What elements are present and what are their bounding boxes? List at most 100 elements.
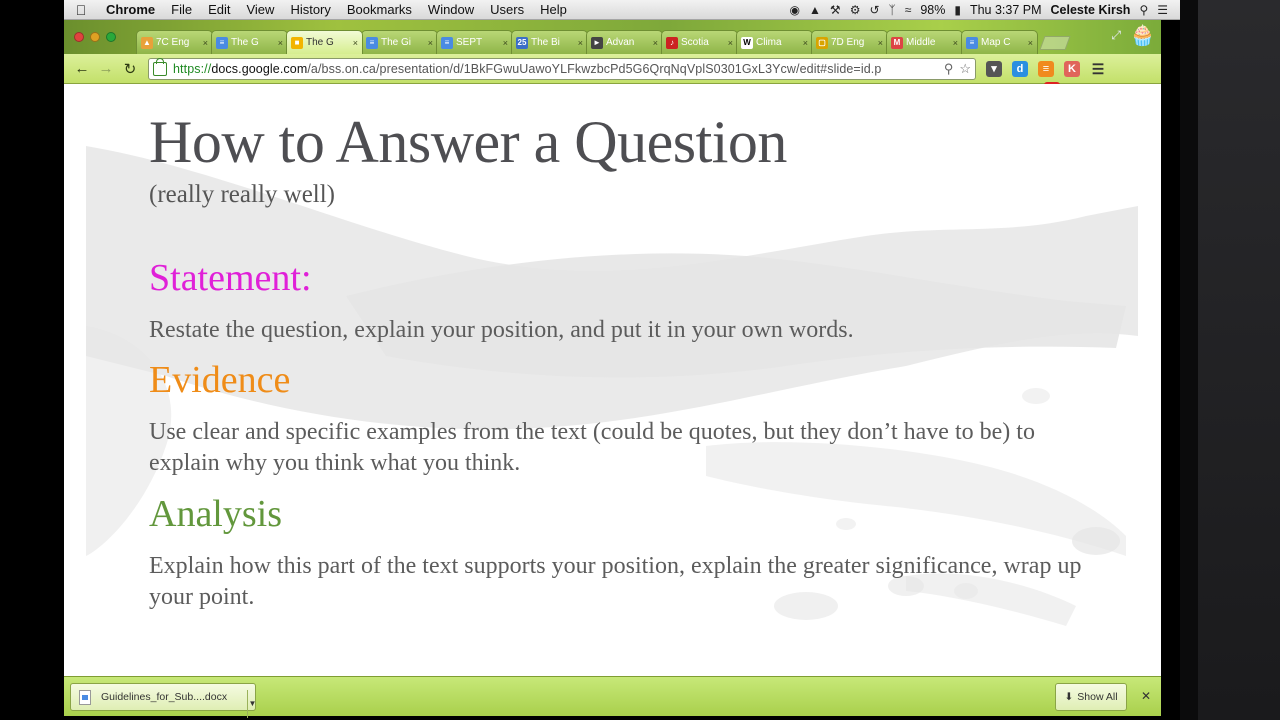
lock-icon[interactable]: [153, 57, 167, 76]
browser-tab[interactable]: ► Advan ×: [586, 30, 663, 54]
url-text[interactable]: https://docs.google.com/a/bss.on.ca/pres…: [173, 62, 944, 76]
tab-close-icon[interactable]: ×: [878, 38, 883, 48]
k-extension-icon[interactable]: K: [1064, 60, 1080, 77]
tab-favicon-icon: 25: [516, 36, 528, 49]
tab-favicon-icon: ■: [291, 36, 303, 49]
tab-close-icon[interactable]: ×: [578, 38, 583, 48]
download-shelf: Guidelines_for_Sub....docx ▼ ⬇ Show All …: [64, 676, 1161, 718]
browser-tab[interactable]: ▢ 7D Eng ×: [811, 30, 888, 54]
record-icon[interactable]: ◉: [790, 3, 800, 17]
window-controls: [74, 32, 116, 42]
tab-favicon-icon: ≡: [966, 36, 978, 49]
docs-extension-icon[interactable]: d: [1012, 60, 1028, 77]
browser-tab[interactable]: ≡ SEPT ×: [436, 30, 513, 54]
analysis-heading: Analysis: [149, 493, 282, 535]
close-window-button[interactable]: [74, 32, 84, 42]
menu-file[interactable]: File: [163, 2, 200, 17]
show-all-downloads-button[interactable]: ⬇ Show All: [1055, 683, 1127, 711]
browser-tab[interactable]: W Clima ×: [736, 30, 813, 54]
tab-label: The Bi: [531, 37, 560, 48]
gear-icon[interactable]: ⚙: [850, 3, 861, 17]
back-button[interactable]: ←: [70, 60, 94, 77]
browser-tab[interactable]: ≡ The Gi ×: [361, 30, 438, 54]
browser-tab[interactable]: ≡ Map C ×: [961, 30, 1038, 54]
apple-menu-icon[interactable]: : [64, 2, 98, 18]
tab-favicon-icon: ▲: [141, 36, 153, 49]
new-tab-button[interactable]: [1039, 36, 1071, 50]
tab-list: ▲ 7C Eng × ≡ The G × ■ The G × ≡ The Gi × ≡ SEPT × 25 Th…: [136, 30, 1071, 54]
tab-label: Clima: [756, 37, 782, 48]
browser-tab[interactable]: ■ The G ×: [286, 30, 363, 54]
tab-favicon-icon: ≡: [216, 36, 228, 49]
reload-button[interactable]: ↻: [118, 60, 142, 78]
tab-label: The G: [231, 37, 259, 48]
tab-close-icon[interactable]: ×: [203, 38, 208, 48]
browser-tab[interactable]: ▲ 7C Eng ×: [136, 30, 213, 54]
forward-button[interactable]: →: [94, 60, 118, 77]
tab-close-icon[interactable]: ×: [803, 38, 808, 48]
tab-close-icon[interactable]: ×: [503, 38, 508, 48]
browser-tab[interactable]: ≡ The G ×: [211, 30, 288, 54]
download-item[interactable]: Guidelines_for_Sub....docx ▼: [70, 683, 256, 718]
tab-favicon-icon: W: [741, 36, 753, 49]
bluetooth-icon[interactable]: ᛉ: [889, 3, 896, 17]
tab-close-icon[interactable]: ×: [728, 38, 733, 48]
tab-close-icon[interactable]: ×: [1028, 38, 1033, 48]
menu-view[interactable]: View: [238, 2, 282, 17]
fullscreen-icon[interactable]: ⤢: [1111, 28, 1121, 43]
menu-app-name[interactable]: Chrome: [98, 2, 163, 17]
profile-avatar[interactable]: 🧁: [1130, 23, 1155, 48]
minimize-window-button[interactable]: [90, 32, 100, 42]
tab-favicon-icon: M: [891, 36, 903, 49]
tab-label: Map C: [981, 37, 1011, 48]
tab-close-icon[interactable]: ×: [953, 38, 958, 48]
statement-body: Restate the question, explain your posit…: [149, 317, 854, 343]
time-machine-icon[interactable]: ↺: [869, 3, 879, 17]
menu-help[interactable]: Help: [532, 2, 575, 17]
spotlight-search-icon[interactable]: ⚲: [1139, 3, 1148, 17]
tab-close-icon[interactable]: ×: [278, 38, 283, 48]
rss-extension-icon[interactable]: ≡19: [1038, 60, 1060, 98]
battery-percent: 98%: [920, 2, 946, 17]
tool-icon[interactable]: ⚒: [830, 3, 841, 17]
tab-label: Scotia: [681, 37, 709, 48]
menu-users[interactable]: Users: [482, 2, 532, 17]
close-download-shelf-icon[interactable]: ✕: [1141, 689, 1151, 703]
notification-center-icon[interactable]: ☰: [1157, 3, 1168, 17]
browser-tab[interactable]: 25 The Bi ×: [511, 30, 588, 54]
slide-subtitle: (really really well): [149, 181, 336, 208]
chrome-menu-icon[interactable]: ☰: [1090, 61, 1106, 77]
tab-label: The Gi: [381, 37, 412, 48]
tab-label: The G: [306, 37, 334, 48]
left-letterbox: [0, 0, 64, 720]
pocket-extension-icon[interactable]: ▾: [986, 60, 1002, 77]
menu-edit[interactable]: Edit: [200, 2, 238, 17]
menu-bookmarks[interactable]: Bookmarks: [339, 2, 420, 17]
zoom-window-button[interactable]: [106, 32, 116, 42]
evidence-body: Use clear and specific examples from the…: [149, 419, 1035, 476]
battery-icon[interactable]: ▮: [954, 3, 961, 17]
tab-close-icon[interactable]: ×: [428, 38, 433, 48]
presentation-viewport: How to Answer a Question (really really …: [64, 84, 1161, 676]
slide[interactable]: How to Answer a Question (really really …: [86, 86, 1138, 676]
menu-history[interactable]: History: [282, 2, 338, 17]
address-bar[interactable]: https://docs.google.com/a/bss.on.ca/pres…: [148, 57, 976, 80]
tab-favicon-icon: ▢: [816, 36, 828, 49]
statement-heading: Statement:: [149, 257, 312, 299]
menubar-user[interactable]: Celeste Kirsh: [1051, 3, 1131, 17]
tab-close-icon[interactable]: ×: [653, 38, 658, 48]
download-options-chevron-icon[interactable]: ▼: [247, 690, 257, 718]
menu-window[interactable]: Window: [420, 2, 482, 17]
bookmark-star-icon[interactable]: ☆: [959, 61, 971, 77]
tab-strip: ▲ 7C Eng × ≡ The G × ■ The G × ≡ The Gi × ≡ SEPT × 25 Th…: [64, 20, 1161, 54]
drive-icon[interactable]: ▲: [809, 3, 821, 17]
menubar-clock[interactable]: Thu 3:37 PM: [970, 3, 1042, 17]
tab-close-icon[interactable]: ×: [353, 38, 358, 48]
search-icon[interactable]: ⚲: [944, 61, 954, 77]
browser-tab[interactable]: M Middle ×: [886, 30, 963, 54]
browser-chrome: ▲ 7C Eng × ≡ The G × ■ The G × ≡ The Gi × ≡ SEPT × 25 Th…: [64, 20, 1161, 98]
evidence-heading: Evidence: [149, 359, 291, 401]
extension-bar: ▾ d ≡19 K ☰: [986, 60, 1106, 98]
wifi-icon[interactable]: ≈: [905, 3, 912, 17]
browser-tab[interactable]: ♪ Scotia ×: [661, 30, 738, 54]
